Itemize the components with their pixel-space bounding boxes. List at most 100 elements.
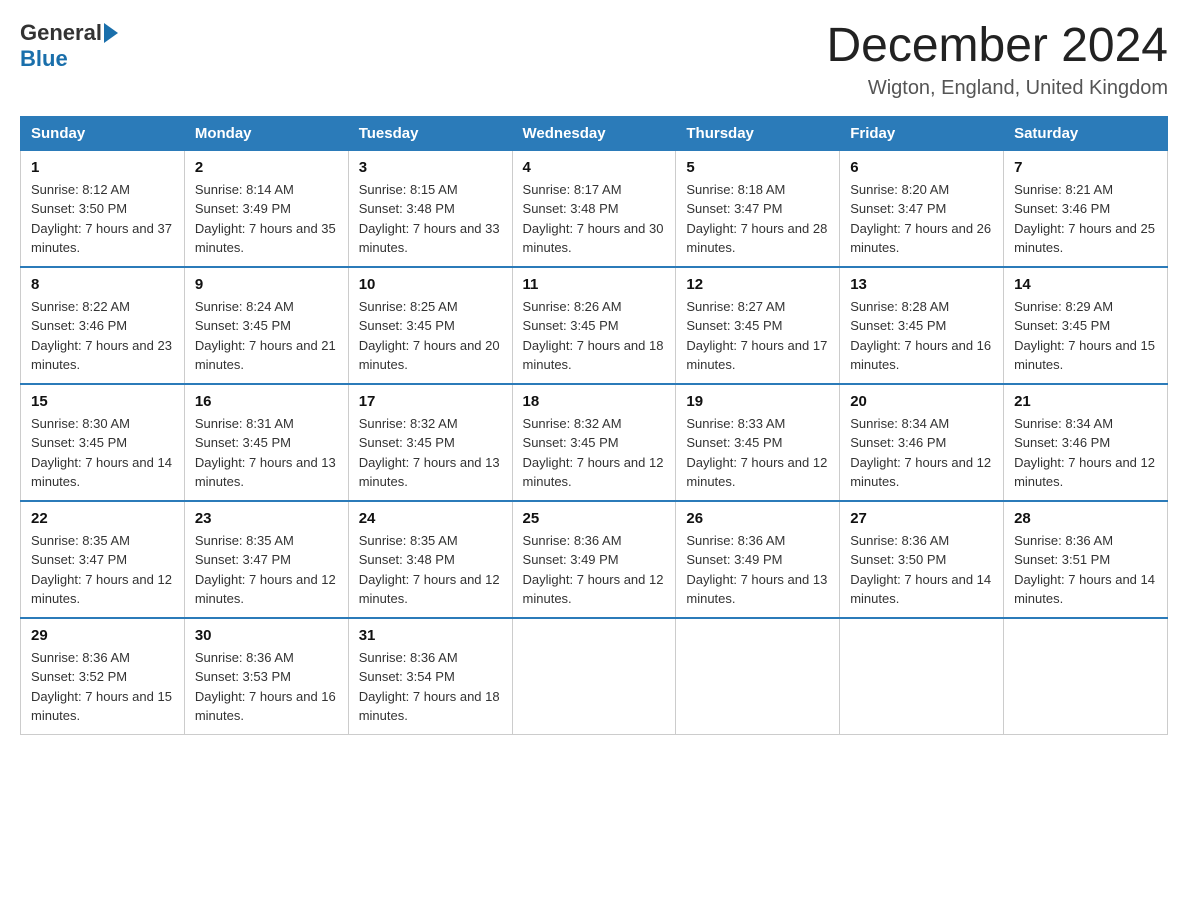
calendar-cell: 14 Sunrise: 8:29 AMSunset: 3:45 PMDaylig… [1004,267,1168,384]
day-number: 18 [523,393,666,410]
day-info: Sunrise: 8:21 AMSunset: 3:46 PMDaylight:… [1014,182,1155,256]
day-number: 29 [31,627,174,644]
day-info: Sunrise: 8:15 AMSunset: 3:48 PMDaylight:… [359,182,500,256]
day-info: Sunrise: 8:35 AMSunset: 3:47 PMDaylight:… [31,533,172,607]
day-number: 11 [523,276,666,293]
day-number: 24 [359,510,502,527]
calendar-cell: 1 Sunrise: 8:12 AMSunset: 3:50 PMDayligh… [21,150,185,267]
title-block: December 2024 Wigton, England, United Ki… [826,20,1168,100]
day-number: 17 [359,393,502,410]
calendar-cell: 2 Sunrise: 8:14 AMSunset: 3:49 PMDayligh… [184,150,348,267]
day-info: Sunrise: 8:20 AMSunset: 3:47 PMDaylight:… [850,182,991,256]
calendar-cell: 21 Sunrise: 8:34 AMSunset: 3:46 PMDaylig… [1004,384,1168,501]
calendar-cell: 10 Sunrise: 8:25 AMSunset: 3:45 PMDaylig… [348,267,512,384]
day-info: Sunrise: 8:14 AMSunset: 3:49 PMDaylight:… [195,182,336,256]
day-info: Sunrise: 8:28 AMSunset: 3:45 PMDaylight:… [850,299,991,373]
day-number: 2 [195,159,338,176]
weekday-header-sunday: Sunday [21,116,185,150]
calendar-cell: 29 Sunrise: 8:36 AMSunset: 3:52 PMDaylig… [21,618,185,735]
day-number: 10 [359,276,502,293]
day-number: 15 [31,393,174,410]
calendar-cell: 3 Sunrise: 8:15 AMSunset: 3:48 PMDayligh… [348,150,512,267]
day-number: 9 [195,276,338,293]
calendar-cell: 20 Sunrise: 8:34 AMSunset: 3:46 PMDaylig… [840,384,1004,501]
day-number: 19 [686,393,829,410]
calendar-cell: 30 Sunrise: 8:36 AMSunset: 3:53 PMDaylig… [184,618,348,735]
calendar-cell: 16 Sunrise: 8:31 AMSunset: 3:45 PMDaylig… [184,384,348,501]
day-info: Sunrise: 8:34 AMSunset: 3:46 PMDaylight:… [1014,416,1155,490]
day-number: 1 [31,159,174,176]
day-info: Sunrise: 8:36 AMSunset: 3:50 PMDaylight:… [850,533,991,607]
day-number: 14 [1014,276,1157,293]
logo-general-text: General [20,20,102,46]
day-number: 21 [1014,393,1157,410]
day-number: 22 [31,510,174,527]
day-info: Sunrise: 8:36 AMSunset: 3:49 PMDaylight:… [686,533,827,607]
calendar-table: SundayMondayTuesdayWednesdayThursdayFrid… [20,116,1168,735]
day-info: Sunrise: 8:35 AMSunset: 3:48 PMDaylight:… [359,533,500,607]
calendar-cell [512,618,676,735]
location-title: Wigton, England, United Kingdom [826,77,1168,100]
calendar-cell: 7 Sunrise: 8:21 AMSunset: 3:46 PMDayligh… [1004,150,1168,267]
calendar-cell: 17 Sunrise: 8:32 AMSunset: 3:45 PMDaylig… [348,384,512,501]
day-info: Sunrise: 8:18 AMSunset: 3:47 PMDaylight:… [686,182,827,256]
day-info: Sunrise: 8:34 AMSunset: 3:46 PMDaylight:… [850,416,991,490]
day-info: Sunrise: 8:36 AMSunset: 3:54 PMDaylight:… [359,650,500,724]
day-info: Sunrise: 8:33 AMSunset: 3:45 PMDaylight:… [686,416,827,490]
day-number: 5 [686,159,829,176]
day-number: 20 [850,393,993,410]
day-number: 26 [686,510,829,527]
day-number: 13 [850,276,993,293]
weekday-header-saturday: Saturday [1004,116,1168,150]
day-info: Sunrise: 8:36 AMSunset: 3:51 PMDaylight:… [1014,533,1155,607]
weekday-header-monday: Monday [184,116,348,150]
day-number: 28 [1014,510,1157,527]
calendar-cell [840,618,1004,735]
day-info: Sunrise: 8:29 AMSunset: 3:45 PMDaylight:… [1014,299,1155,373]
calendar-week-row-2: 8 Sunrise: 8:22 AMSunset: 3:46 PMDayligh… [21,267,1168,384]
day-number: 25 [523,510,666,527]
calendar-cell: 4 Sunrise: 8:17 AMSunset: 3:48 PMDayligh… [512,150,676,267]
calendar-cell: 23 Sunrise: 8:35 AMSunset: 3:47 PMDaylig… [184,501,348,618]
weekday-header-friday: Friday [840,116,1004,150]
calendar-cell: 24 Sunrise: 8:35 AMSunset: 3:48 PMDaylig… [348,501,512,618]
weekday-header-wednesday: Wednesday [512,116,676,150]
day-info: Sunrise: 8:30 AMSunset: 3:45 PMDaylight:… [31,416,172,490]
calendar-cell: 27 Sunrise: 8:36 AMSunset: 3:50 PMDaylig… [840,501,1004,618]
weekday-header-thursday: Thursday [676,116,840,150]
month-title: December 2024 [826,20,1168,73]
weekday-header-row: SundayMondayTuesdayWednesdayThursdayFrid… [21,116,1168,150]
day-info: Sunrise: 8:36 AMSunset: 3:52 PMDaylight:… [31,650,172,724]
day-info: Sunrise: 8:25 AMSunset: 3:45 PMDaylight:… [359,299,500,373]
day-info: Sunrise: 8:35 AMSunset: 3:47 PMDaylight:… [195,533,336,607]
day-number: 27 [850,510,993,527]
day-number: 7 [1014,159,1157,176]
day-number: 8 [31,276,174,293]
calendar-cell: 28 Sunrise: 8:36 AMSunset: 3:51 PMDaylig… [1004,501,1168,618]
page-header: General Blue December 2024 Wigton, Engla… [20,20,1168,100]
day-info: Sunrise: 8:32 AMSunset: 3:45 PMDaylight:… [359,416,500,490]
calendar-cell: 25 Sunrise: 8:36 AMSunset: 3:49 PMDaylig… [512,501,676,618]
day-info: Sunrise: 8:17 AMSunset: 3:48 PMDaylight:… [523,182,664,256]
calendar-week-row-1: 1 Sunrise: 8:12 AMSunset: 3:50 PMDayligh… [21,150,1168,267]
calendar-cell: 22 Sunrise: 8:35 AMSunset: 3:47 PMDaylig… [21,501,185,618]
day-info: Sunrise: 8:27 AMSunset: 3:45 PMDaylight:… [686,299,827,373]
calendar-cell: 19 Sunrise: 8:33 AMSunset: 3:45 PMDaylig… [676,384,840,501]
calendar-cell: 11 Sunrise: 8:26 AMSunset: 3:45 PMDaylig… [512,267,676,384]
calendar-cell [1004,618,1168,735]
day-number: 4 [523,159,666,176]
calendar-week-row-3: 15 Sunrise: 8:30 AMSunset: 3:45 PMDaylig… [21,384,1168,501]
calendar-week-row-5: 29 Sunrise: 8:36 AMSunset: 3:52 PMDaylig… [21,618,1168,735]
day-info: Sunrise: 8:26 AMSunset: 3:45 PMDaylight:… [523,299,664,373]
day-info: Sunrise: 8:12 AMSunset: 3:50 PMDaylight:… [31,182,172,256]
day-info: Sunrise: 8:24 AMSunset: 3:45 PMDaylight:… [195,299,336,373]
calendar-cell: 9 Sunrise: 8:24 AMSunset: 3:45 PMDayligh… [184,267,348,384]
day-number: 6 [850,159,993,176]
day-info: Sunrise: 8:32 AMSunset: 3:45 PMDaylight:… [523,416,664,490]
calendar-cell: 31 Sunrise: 8:36 AMSunset: 3:54 PMDaylig… [348,618,512,735]
day-number: 3 [359,159,502,176]
calendar-cell: 13 Sunrise: 8:28 AMSunset: 3:45 PMDaylig… [840,267,1004,384]
calendar-cell: 18 Sunrise: 8:32 AMSunset: 3:45 PMDaylig… [512,384,676,501]
calendar-cell: 6 Sunrise: 8:20 AMSunset: 3:47 PMDayligh… [840,150,1004,267]
calendar-cell: 5 Sunrise: 8:18 AMSunset: 3:47 PMDayligh… [676,150,840,267]
